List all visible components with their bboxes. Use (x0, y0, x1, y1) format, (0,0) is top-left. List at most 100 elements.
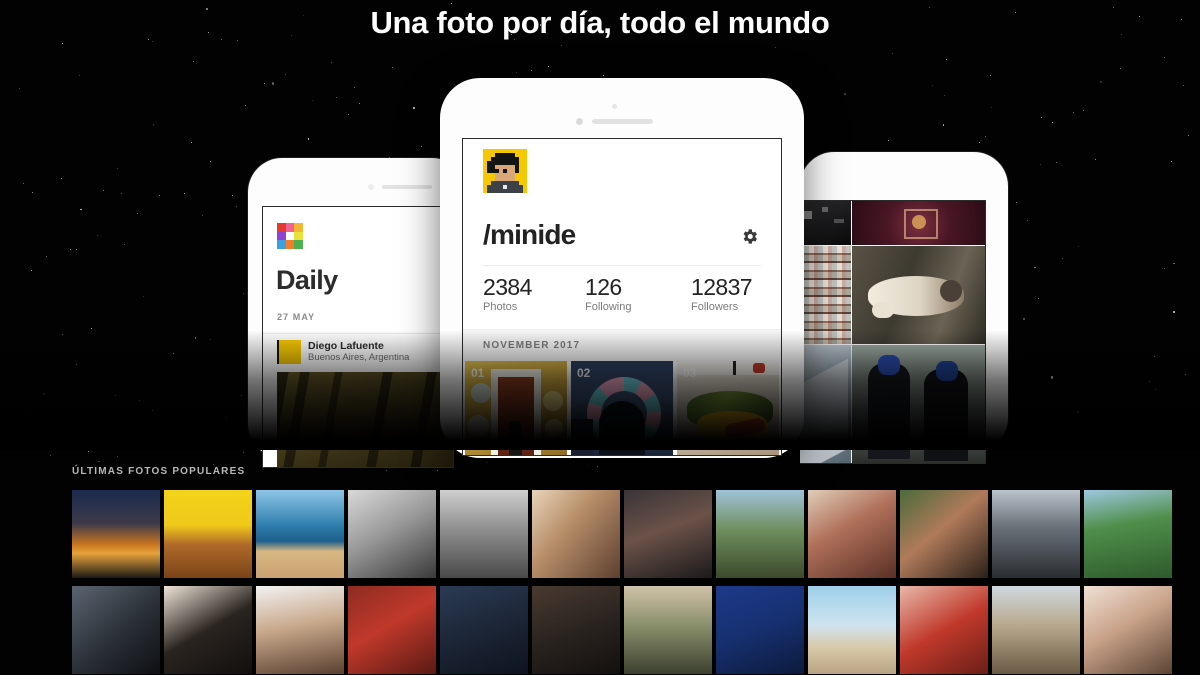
grid-tile[interactable] (852, 345, 985, 463)
phone-left-daily: Daily 27 MAY Diego Lafuente Buenos Aires… (248, 158, 466, 468)
popular-photo-thumb[interactable] (624, 586, 712, 674)
photo-cell[interactable]: 02 (571, 361, 673, 455)
thumb-image (256, 490, 344, 578)
page-title: Una foto por día, todo el mundo (370, 5, 830, 40)
logo-cell (285, 231, 295, 241)
divider (263, 333, 453, 334)
thumb-image (348, 586, 436, 674)
popular-photo-thumb[interactable] (348, 586, 436, 674)
profile-stats: 2384 Photos 126 Following 12837 Follower… (483, 275, 773, 315)
thumb-image (1084, 490, 1172, 578)
popular-photo-thumb[interactable] (808, 586, 896, 674)
stat-following[interactable]: 126 Following (585, 275, 691, 315)
phone-center-profile: /minide 2384 Photos 126 Following 12837 (440, 78, 804, 458)
popular-photo-thumb[interactable] (440, 490, 528, 578)
popular-photo-thumb[interactable] (624, 490, 712, 578)
avatar[interactable] (483, 149, 527, 193)
photo-index: 01 (471, 366, 485, 380)
logo-cell (277, 240, 286, 249)
front-camera-icon (612, 104, 617, 109)
thumb-image (900, 586, 988, 674)
popular-photo-thumb[interactable] (440, 586, 528, 674)
popular-photo-thumb[interactable] (256, 586, 344, 674)
photo-cell[interactable]: 03 (677, 361, 779, 455)
popular-photo-thumb[interactable] (716, 586, 804, 674)
user-name: Diego Lafuente (308, 340, 384, 352)
thumb-image (716, 490, 804, 578)
hero-screenshot: Una foto por día, todo el mundo Daily 27… (0, 0, 1200, 675)
phone-center-screen: /minide 2384 Photos 126 Following 12837 (462, 138, 782, 456)
popular-photos-row (72, 490, 1176, 578)
profile-handle: /minide (483, 219, 576, 250)
popular-photo-thumb[interactable] (808, 490, 896, 578)
popular-photos-row (72, 586, 1176, 674)
stat-label: Photos (483, 301, 518, 313)
daily-featured-photo[interactable] (277, 372, 453, 467)
user-location: Buenos Aires, Argentina (308, 352, 410, 363)
popular-photo-thumb[interactable] (256, 490, 344, 578)
thumb-image (440, 490, 528, 578)
stat-followers[interactable]: 12837 Followers (691, 274, 753, 315)
photo-grid (800, 201, 985, 463)
month-photo-grid: 01 02 03 (463, 361, 781, 455)
logo-cell (285, 240, 295, 249)
avatar (277, 340, 301, 364)
thumb-image (532, 586, 620, 674)
logo-cell (285, 223, 295, 232)
popular-photo-thumb[interactable] (900, 490, 988, 578)
grid-tile[interactable] (852, 201, 985, 245)
popular-photo-thumb[interactable] (716, 490, 804, 578)
phone-right-screen (800, 200, 986, 464)
grid-tile[interactable] (800, 246, 851, 344)
thumb-image (624, 586, 712, 674)
photo-index: 03 (683, 366, 697, 380)
thumb-image (808, 586, 896, 674)
thumb-image (72, 586, 160, 674)
popular-section-label: ÚLTIMAS FOTOS POPULARES (72, 466, 246, 477)
popular-photo-thumb[interactable] (72, 586, 160, 674)
logo-cell (277, 231, 286, 241)
logo-cell (277, 223, 286, 232)
popular-photo-thumb[interactable] (164, 490, 252, 578)
popular-photo-thumb[interactable] (532, 490, 620, 578)
thumb-image (624, 490, 712, 578)
popular-photo-thumb[interactable] (992, 490, 1080, 578)
daily-logo-icon (277, 223, 303, 249)
popular-photo-thumb[interactable] (992, 586, 1080, 674)
popular-photo-thumb[interactable] (72, 490, 160, 578)
daily-user-row[interactable]: Diego Lafuente Buenos Aires, Argentina (277, 340, 409, 364)
thumb-image (1084, 586, 1172, 674)
thumb-image (532, 490, 620, 578)
popular-photo-thumb[interactable] (1084, 490, 1172, 578)
thumb-image (164, 586, 252, 674)
thumb-image (440, 586, 528, 674)
sensor-dot-icon (576, 118, 583, 125)
gear-icon[interactable] (740, 227, 759, 246)
stat-photos[interactable]: 2384 Photos (483, 275, 585, 315)
sensor-dot-icon (368, 184, 374, 190)
thumb-image (256, 586, 344, 674)
popular-photo-thumb[interactable] (900, 586, 988, 674)
phone-left-screen: Daily 27 MAY Diego Lafuente Buenos Aires… (262, 206, 454, 468)
logo-cell (294, 223, 303, 232)
phone-right-grid (800, 152, 1008, 464)
popular-photo-thumb[interactable] (348, 490, 436, 578)
popular-photo-thumb[interactable] (164, 586, 252, 674)
grid-tile[interactable] (852, 246, 985, 344)
popular-photo-thumb[interactable] (532, 586, 620, 674)
stat-value: 12837 (691, 274, 753, 300)
divider (483, 265, 761, 266)
thumb-image (72, 490, 160, 578)
daily-title: Daily (276, 265, 338, 295)
thumb-image (808, 490, 896, 578)
grid-tile[interactable] (800, 345, 851, 463)
grid-tile[interactable] (800, 201, 851, 245)
thumb-image (992, 490, 1080, 578)
logo-cell (294, 231, 303, 241)
thumb-image (164, 490, 252, 578)
photo-cell[interactable]: 01 (465, 361, 567, 455)
stat-label: Following (585, 301, 632, 313)
month-section-header: NOVEMBER 2017 (463, 329, 781, 362)
popular-photo-thumb[interactable] (1084, 586, 1172, 674)
stat-label: Followers (691, 301, 739, 313)
